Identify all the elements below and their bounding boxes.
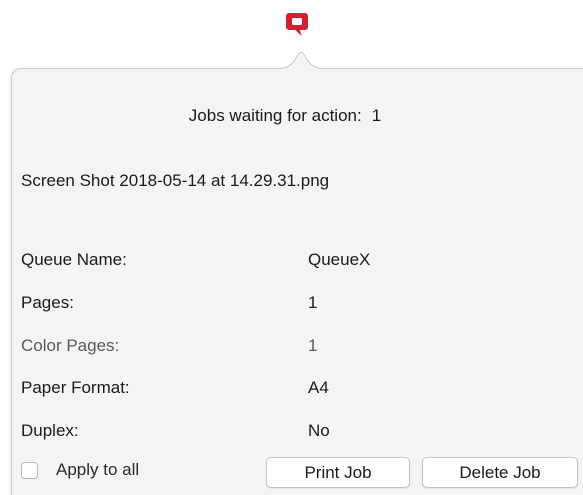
apply-to-all-label[interactable]: Apply to all bbox=[56, 460, 139, 480]
print-job-button[interactable]: Print Job bbox=[266, 457, 410, 488]
queue-name-value: QueueX bbox=[308, 250, 371, 269]
job-details-popover bbox=[11, 68, 583, 495]
queue-name-label: Queue Name: bbox=[21, 250, 127, 269]
apply-to-all-row[interactable]: Apply to all bbox=[21, 458, 139, 482]
duplex-label: Duplex: bbox=[21, 421, 79, 440]
delete-job-button[interactable]: Delete Job bbox=[422, 457, 578, 488]
pages-value: 1 bbox=[308, 293, 318, 312]
jobs-waiting-count: 1 bbox=[371, 106, 382, 125]
apply-to-all-checkbox[interactable] bbox=[21, 461, 38, 479]
paper-format-label: Paper Format: bbox=[21, 378, 130, 397]
duplex-value: No bbox=[308, 421, 330, 440]
app-logo-icon[interactable] bbox=[285, 11, 309, 38]
job-filename: Screen Shot 2018-05-14 at 14.29.31.png bbox=[21, 171, 330, 190]
job-popover-window: Jobs waiting for action: 1 Screen Shot 20… bbox=[0, 0, 583, 495]
jobs-waiting-label: Jobs waiting for action: bbox=[188, 106, 362, 125]
paper-format-value: A4 bbox=[308, 378, 329, 397]
popover-arrow bbox=[277, 52, 325, 70]
color-pages-label: Color Pages: bbox=[21, 336, 120, 355]
color-pages-value: 1 bbox=[308, 336, 318, 355]
jobs-waiting-line: Jobs waiting for action: 1 bbox=[0, 106, 570, 126]
pages-label: Pages: bbox=[21, 293, 74, 312]
